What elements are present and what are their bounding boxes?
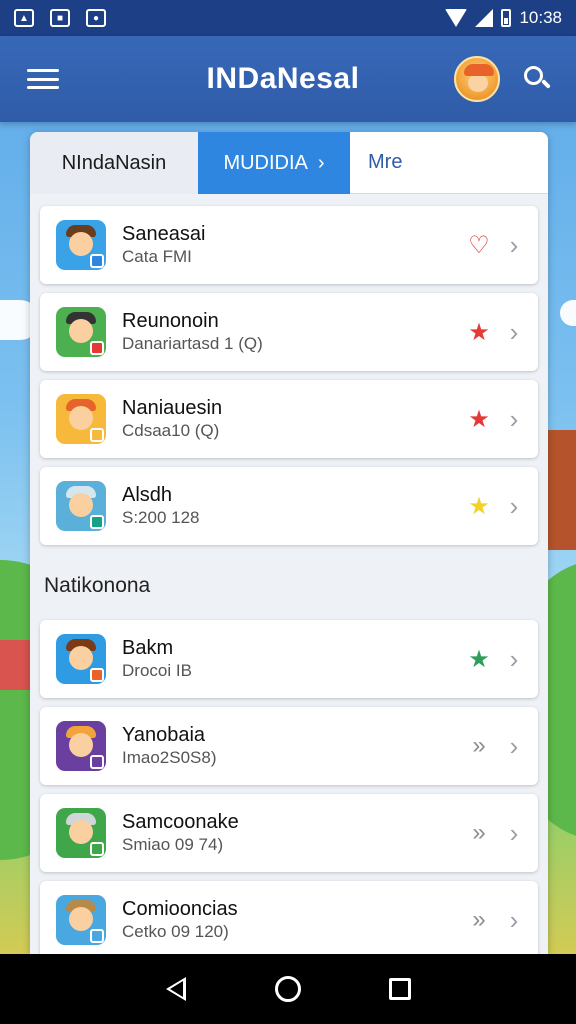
- app-icon: [56, 394, 106, 444]
- chevron-right-icon: ›: [509, 229, 519, 260]
- notification-icon: ●: [86, 9, 106, 27]
- tab-label: MUDIDIA: [223, 151, 308, 174]
- app-list: Saneasai Cata FMI ♡ › Reunonoin Danariartasd …: [30, 194, 548, 954]
- app-icon: [56, 307, 106, 357]
- item-subtitle: Danariartasd 1 (Q): [122, 334, 263, 353]
- chevron-right-icon: ›: [509, 316, 519, 347]
- signal-icon: [475, 9, 494, 27]
- app-icon: [56, 808, 106, 858]
- recents-icon[interactable]: [385, 974, 415, 1004]
- tab-label: NIndaNasin: [61, 151, 167, 174]
- gallery-icon: ▲: [14, 9, 34, 27]
- item-title: Samcoonake: [122, 811, 239, 833]
- list-item[interactable]: Naniauesin Cdsaa10 (Q) ★ ›: [40, 380, 538, 458]
- app-icon: [56, 721, 106, 771]
- status-mark-icon[interactable]: »: [464, 819, 494, 847]
- app-title: INDaNesal: [206, 62, 360, 95]
- item-subtitle: Drocoi IB: [122, 661, 192, 680]
- item-title: Alsdh: [122, 484, 173, 506]
- item-title: Bakm: [122, 637, 174, 659]
- list-item[interactable]: Samcoonake Smiao 09 74) » ›: [40, 794, 538, 872]
- status-mark-icon[interactable]: »: [464, 732, 494, 760]
- item-title: Yanobaia: [122, 724, 206, 746]
- chevron-right-icon: ›: [509, 817, 519, 848]
- house-decoration: [548, 430, 576, 550]
- item-subtitle: Cdsaa10 (Q): [122, 421, 220, 440]
- item-title: Reunonoin: [122, 310, 219, 332]
- item-subtitle: S:200 128: [122, 508, 200, 527]
- app-bar: INDaNesal: [0, 36, 576, 122]
- section-heading: Natikonona: [44, 574, 151, 597]
- tab-mudidia[interactable]: MUDIDIA ›: [198, 132, 350, 194]
- chevron-right-icon: ›: [509, 730, 519, 761]
- item-subtitle: Cata FMI: [122, 247, 192, 266]
- app-icon: [56, 481, 106, 531]
- battery-icon: [501, 9, 512, 27]
- status-bar: ▲ ■ ● 10:38: [0, 0, 576, 36]
- search-icon[interactable]: [522, 64, 552, 94]
- chevron-right-icon: ›: [509, 490, 519, 521]
- status-mark-icon[interactable]: ★: [464, 405, 494, 434]
- photo-icon: ■: [50, 9, 70, 27]
- status-mark-icon[interactable]: ★: [464, 645, 494, 674]
- item-subtitle: Cetko 09 120): [122, 922, 229, 941]
- main-card: NIndaNasin MUDIDIA › Mre Saneasai Cata FM…: [30, 132, 548, 954]
- list-item[interactable]: Reunonoin Danariartasd 1 (Q) ★ ›: [40, 293, 538, 371]
- tab-label: Mre: [368, 151, 403, 173]
- status-mark-icon[interactable]: ♡: [464, 231, 494, 260]
- chevron-right-icon: ›: [509, 904, 519, 935]
- back-icon[interactable]: [161, 974, 191, 1004]
- app-icon: [56, 220, 106, 270]
- list-item[interactable]: Saneasai Cata FMI ♡ ›: [40, 206, 538, 284]
- list-item[interactable]: Yanobaia Imao2S0S8) » ›: [40, 707, 538, 785]
- item-subtitle: Smiao 09 74): [122, 835, 224, 854]
- cloud-decoration: [560, 300, 576, 326]
- tab-mre[interactable]: Mre: [350, 132, 548, 194]
- tab-nindanasin[interactable]: NIndaNasin: [30, 132, 198, 194]
- item-title: Comiooncias: [122, 898, 238, 920]
- status-mark-icon[interactable]: »: [464, 906, 494, 934]
- status-time: 10:38: [519, 8, 562, 27]
- tab-bar: NIndaNasin MUDIDIA › Mre: [30, 132, 548, 194]
- list-item[interactable]: Bakm Drocoi IB ★ ›: [40, 620, 538, 698]
- chevron-right-icon: ›: [509, 403, 519, 434]
- hamburger-menu-icon[interactable]: [24, 65, 62, 93]
- navigation-bar: [0, 954, 576, 1024]
- list-item[interactable]: Alsdh S:200 128 ★ ›: [40, 467, 538, 545]
- item-title: Saneasai: [122, 223, 206, 245]
- app-icon: [56, 895, 106, 945]
- house-decoration: [0, 640, 30, 690]
- status-mark-icon[interactable]: ★: [464, 318, 494, 347]
- status-mark-icon[interactable]: ★: [464, 492, 494, 521]
- app-icon: [56, 634, 106, 684]
- user-avatar-icon[interactable]: [454, 56, 500, 102]
- item-title: Naniauesin: [122, 397, 223, 419]
- chevron-right-icon: ›: [317, 151, 325, 174]
- list-item[interactable]: Comiooncias Cetko 09 120) » ›: [40, 881, 538, 954]
- wifi-icon: [445, 9, 468, 27]
- chevron-right-icon: ›: [509, 643, 519, 674]
- item-subtitle: Imao2S0S8): [122, 748, 217, 767]
- home-icon[interactable]: [273, 974, 303, 1004]
